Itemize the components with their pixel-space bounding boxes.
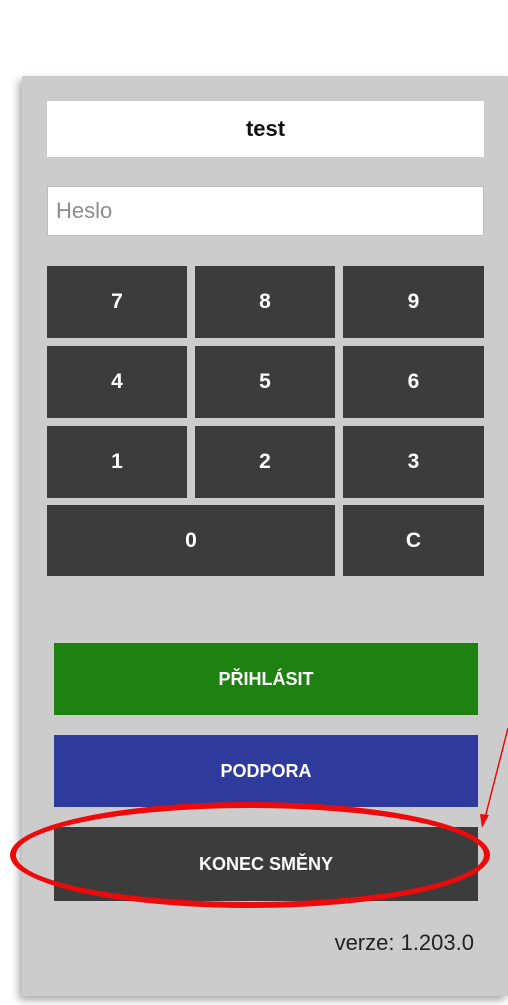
login-button[interactable]: PŘIHLÁSIT	[54, 643, 478, 715]
key-4[interactable]: 4	[47, 346, 187, 418]
key-6[interactable]: 6	[343, 346, 484, 418]
version-label: verze: 1.203.0	[334, 930, 474, 955]
password-field[interactable]: Heslo	[47, 186, 484, 236]
key-0[interactable]: 0	[47, 505, 335, 576]
key-3[interactable]: 3	[343, 426, 484, 498]
key-clear[interactable]: C	[343, 505, 484, 576]
key-5[interactable]: 5	[195, 346, 335, 418]
key-8[interactable]: 8	[195, 266, 335, 338]
end-shift-button[interactable]: KONEC SMĚNY	[54, 827, 478, 901]
key-9[interactable]: 9	[343, 266, 484, 338]
key-7[interactable]: 7	[47, 266, 187, 338]
key-2[interactable]: 2	[195, 426, 335, 498]
key-1[interactable]: 1	[47, 426, 187, 498]
support-button[interactable]: PODPORA	[54, 735, 478, 807]
username-field[interactable]: test	[47, 101, 484, 157]
